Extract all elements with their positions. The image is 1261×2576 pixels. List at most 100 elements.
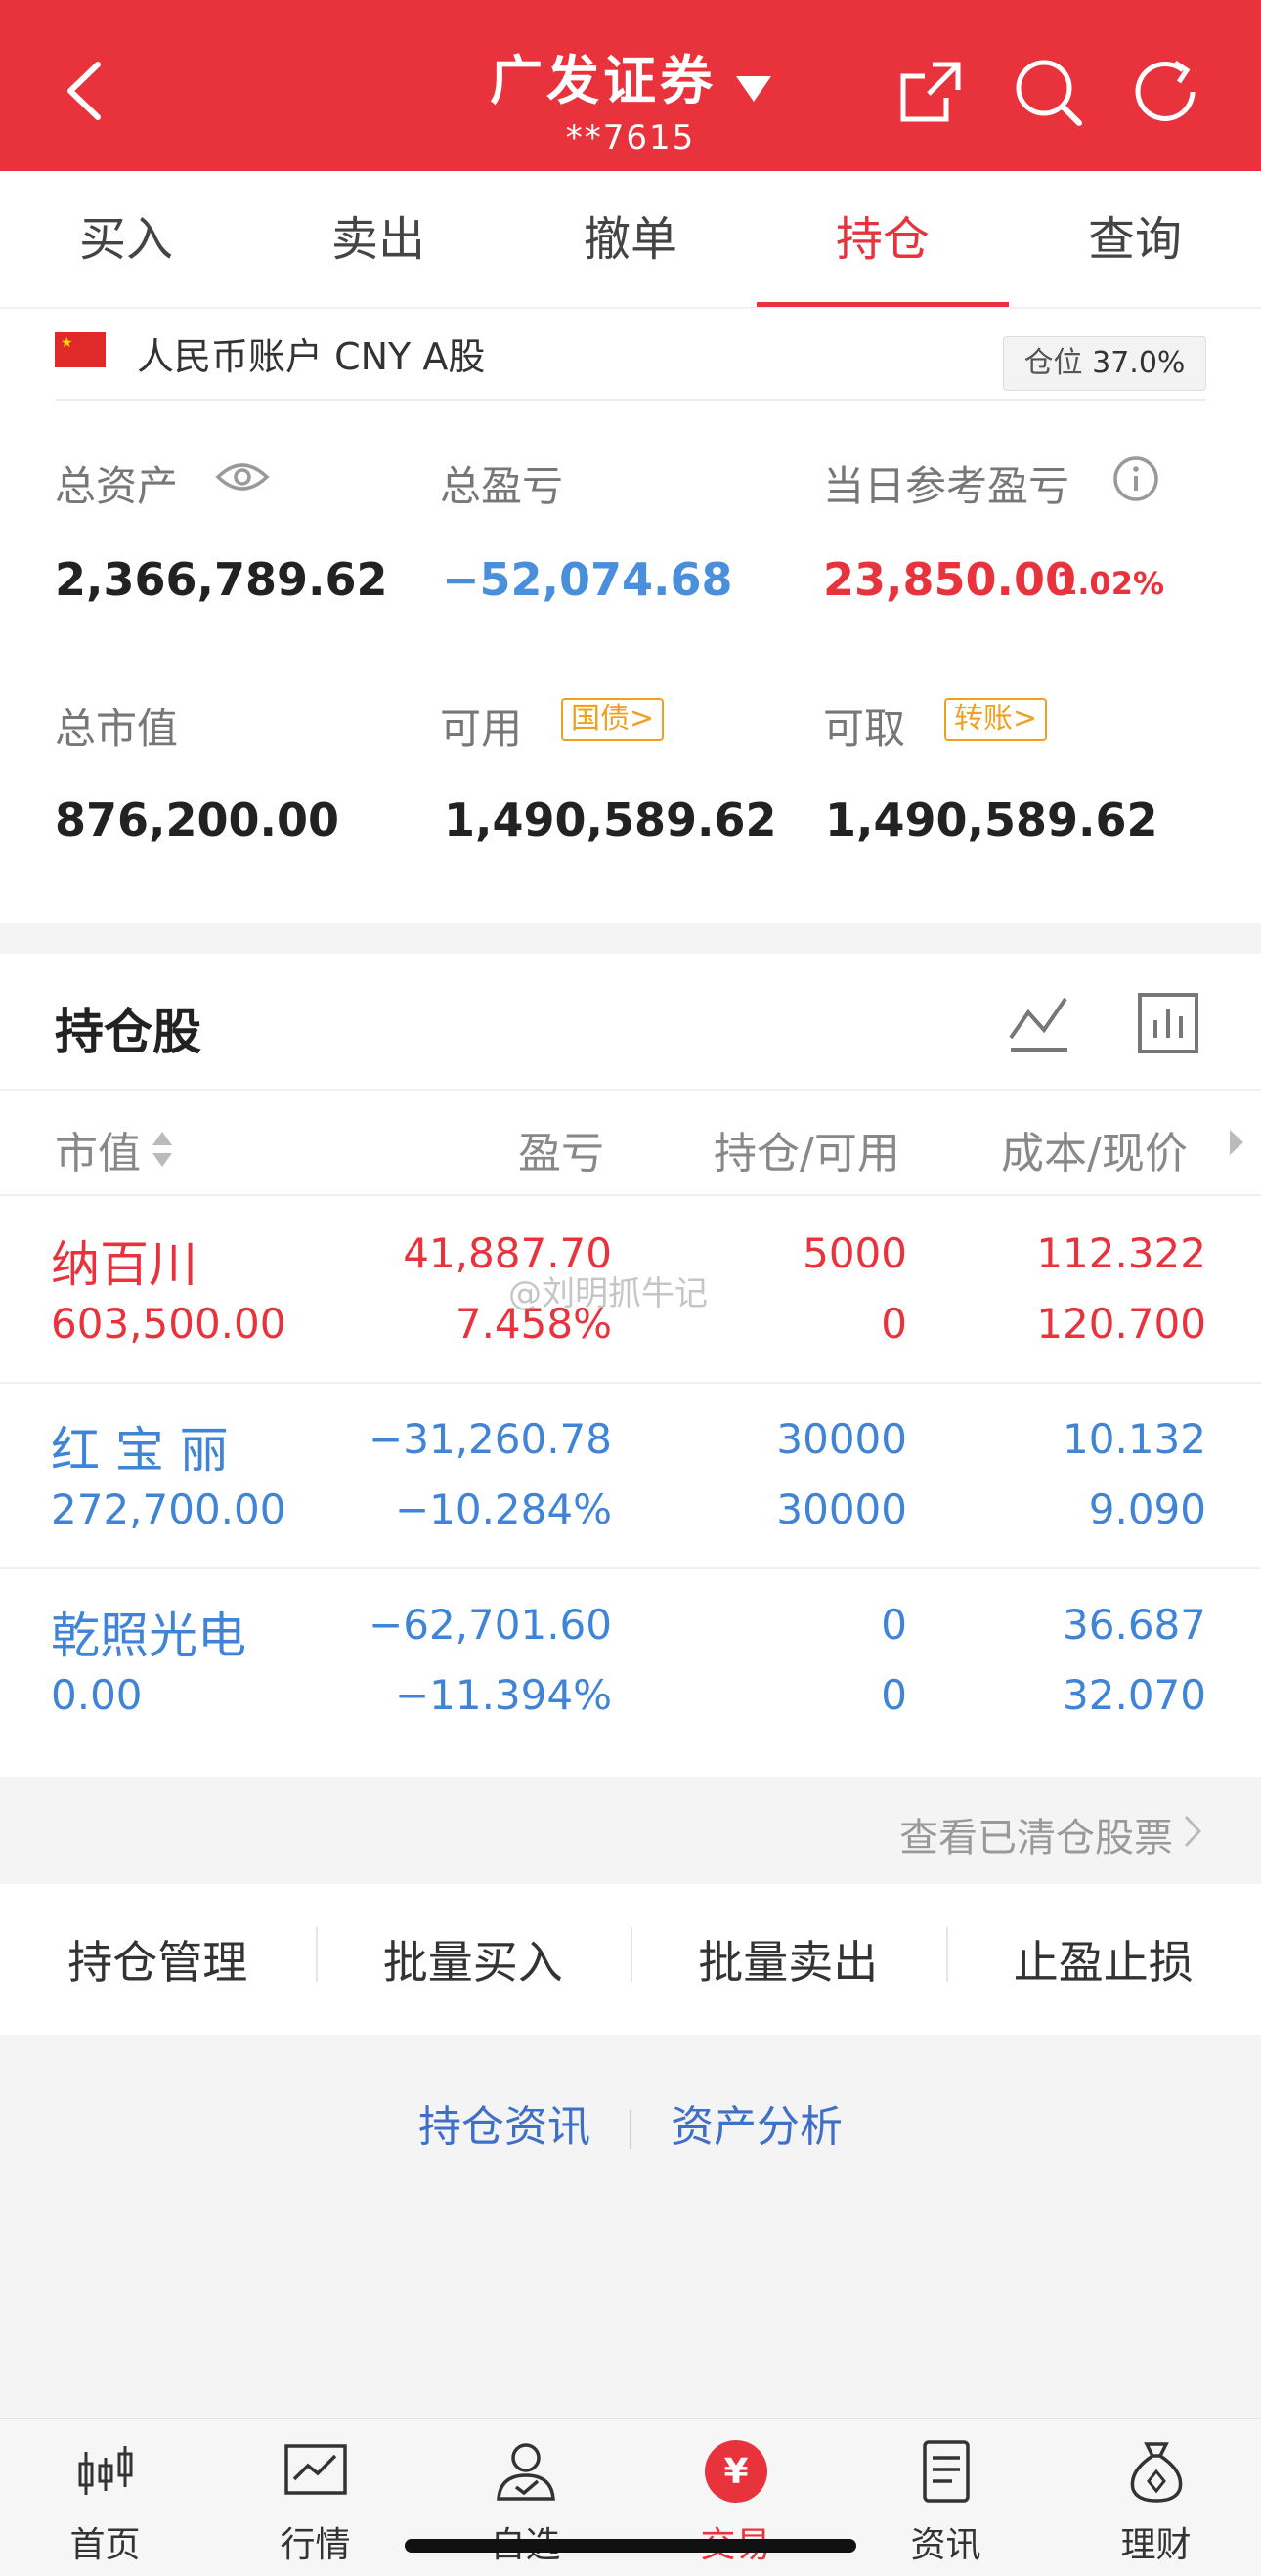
tab-query[interactable]: 查询 xyxy=(1009,171,1261,307)
nav-market[interactable]: 行情 xyxy=(210,2419,420,2576)
account-summary-card: ★ 人民币账户 CNY A股 仓位 37.0% 总资产 2,366,789.62… xyxy=(0,309,1261,923)
chart-icon xyxy=(283,2444,347,2495)
stock-pnl: −31,260.78 xyxy=(369,1415,612,1463)
position-management-button[interactable]: 持仓管理 xyxy=(0,1927,316,1992)
batch-sell-button[interactable]: 批量卖出 xyxy=(630,1927,946,1992)
trade-tabs: 买入 卖出 撤单 持仓 查询 xyxy=(0,171,1261,308)
stock-price: 9.090 xyxy=(1088,1485,1206,1533)
stock-pnl-percent: −11.394% xyxy=(394,1671,612,1719)
candlestick-icon xyxy=(78,2446,132,2495)
holdings-section: 持仓股 市值 盈亏 持仓/可用 成本/现价 纳百川 603,500.00 41,… xyxy=(0,954,1261,1777)
nav-news-label: 资讯 xyxy=(910,2525,981,2565)
search-icon[interactable] xyxy=(1011,55,1085,129)
holding-row[interactable]: 红 宝 丽 272,700.00 −31,260.78 −10.284% 300… xyxy=(0,1384,1261,1569)
stock-position: 30000 xyxy=(776,1415,907,1463)
nav-home-label: 首页 xyxy=(69,2525,141,2565)
holding-row[interactable]: 乾照光电 0.00 −62,701.60 −11.394% 0 0 36.687… xyxy=(0,1569,1261,1755)
col-position: 持仓/可用 xyxy=(714,1129,900,1179)
account-currency-line: 人民币账户 CNY A股 xyxy=(137,335,486,378)
available-label: 可用 xyxy=(440,705,523,752)
china-flag-icon: ★ xyxy=(55,332,106,367)
stock-cost: 112.322 xyxy=(1036,1229,1206,1277)
col-cost-price: 成本/现价 xyxy=(1001,1129,1188,1179)
withdrawable-value: 1,490,589.62 xyxy=(825,794,1158,846)
col-market-value[interactable]: 市值 xyxy=(55,1118,141,1181)
available-value: 1,490,589.62 xyxy=(444,794,777,846)
nav-news[interactable]: 资讯 xyxy=(841,2419,1051,2576)
tab-buy[interactable]: 买入 xyxy=(0,171,252,307)
withdrawable-label: 可取 xyxy=(823,705,906,752)
holding-actions-bar: 持仓管理 批量买入 批量卖出 止盈止损 xyxy=(0,1884,1261,2035)
take-profit-stop-loss-button[interactable]: 止盈止损 xyxy=(945,1927,1261,1992)
stock-cost: 36.687 xyxy=(1063,1601,1206,1649)
money-bag-icon xyxy=(1130,2442,1182,2503)
stock-price: 32.070 xyxy=(1063,1671,1206,1719)
sort-icon[interactable] xyxy=(151,1130,174,1169)
watermark: @刘明抓牛记 xyxy=(508,1274,708,1313)
cleared-stocks-label[interactable]: 查看已清仓股票 xyxy=(899,1806,1173,1863)
top-bar: 广发证券 **7615 xyxy=(0,0,1261,171)
chevron-right-icon xyxy=(1184,1815,1202,1848)
tab-sell[interactable]: 卖出 xyxy=(252,171,504,307)
tab-positions[interactable]: 持仓 xyxy=(757,171,1009,307)
share-icon[interactable] xyxy=(893,55,968,129)
daily-pnl-percent: 1.02% xyxy=(1056,565,1165,602)
stock-name: 乾照光电 xyxy=(51,1608,246,1664)
total-pnl-value: −52,074.68 xyxy=(442,553,733,606)
scroll-right-icon[interactable] xyxy=(1228,1128,1245,1157)
stock-pnl: −62,701.60 xyxy=(369,1601,612,1649)
cleared-stocks-link[interactable]: 查看已清仓股票 xyxy=(0,1777,1261,1882)
eye-icon[interactable] xyxy=(215,457,270,496)
position-ratio-badge: 仓位 37.0% xyxy=(1003,336,1206,391)
caret-down-icon[interactable] xyxy=(736,75,771,102)
line-chart-icon[interactable] xyxy=(1005,989,1073,1057)
treasury-bond-button[interactable]: 国债> xyxy=(561,698,665,741)
stock-name: 纳百川 xyxy=(51,1236,197,1293)
batch-buy-button[interactable]: 批量买入 xyxy=(315,1927,631,1992)
stock-position: 0 xyxy=(881,1601,907,1649)
refresh-icon[interactable] xyxy=(1128,55,1202,129)
divider xyxy=(630,2110,631,2149)
daily-pnl-label: 当日参考盈亏 xyxy=(823,462,1070,510)
holdings-news-link[interactable]: 持仓资讯 xyxy=(418,2102,590,2152)
bar-chart-icon[interactable] xyxy=(1134,989,1202,1057)
nav-home[interactable]: 首页 xyxy=(0,2419,210,2576)
stock-available: 0 xyxy=(881,1671,907,1719)
stock-available: 0 xyxy=(881,1300,907,1348)
position-ratio-value: 37.0% xyxy=(1092,346,1186,380)
market-value-label: 总市值 xyxy=(55,705,179,752)
stock-cost: 10.132 xyxy=(1063,1415,1206,1463)
nav-market-label: 行情 xyxy=(280,2525,351,2565)
user-check-icon xyxy=(496,2443,555,2501)
total-pnl-label: 总盈亏 xyxy=(440,462,564,510)
svg-text:¥: ¥ xyxy=(723,2452,748,2492)
asset-analysis-link[interactable]: 资产分析 xyxy=(671,2102,843,2152)
total-assets-label: 总资产 xyxy=(55,462,179,510)
stock-market-value: 0.00 xyxy=(51,1671,143,1719)
nav-wealth-label: 理财 xyxy=(1120,2525,1192,2565)
tab-cancel-order[interactable]: 撤单 xyxy=(504,171,757,307)
stock-pnl-percent: −10.284% xyxy=(394,1485,612,1533)
stock-position: 5000 xyxy=(803,1229,907,1277)
yuan-icon: ¥ xyxy=(704,2440,767,2503)
stock-name: 红 宝 丽 xyxy=(51,1422,229,1479)
transfer-button[interactable]: 转账> xyxy=(944,698,1048,741)
position-ratio-label: 仓位 xyxy=(1023,346,1083,380)
holdings-title: 持仓股 xyxy=(55,1004,201,1060)
holdings-table-header: 市值 盈亏 持仓/可用 成本/现价 xyxy=(0,1089,1261,1196)
document-icon xyxy=(922,2440,970,2503)
divider xyxy=(55,399,1206,401)
stock-market-value: 603,500.00 xyxy=(51,1300,286,1348)
daily-pnl-value: 23,850.00 xyxy=(823,553,1076,606)
stock-market-value: 272,700.00 xyxy=(51,1485,286,1533)
home-indicator[interactable] xyxy=(405,2539,856,2553)
stock-available: 30000 xyxy=(776,1485,907,1533)
col-pnl: 盈亏 xyxy=(518,1129,604,1179)
total-assets-value: 2,366,789.62 xyxy=(55,553,388,606)
market-value-value: 876,200.00 xyxy=(55,794,340,846)
bottom-links: 持仓资讯 资产分析 xyxy=(0,2091,1261,2154)
broker-title[interactable]: 广发证券 xyxy=(490,37,717,114)
info-icon[interactable] xyxy=(1112,455,1159,502)
nav-wealth[interactable]: 理财 xyxy=(1051,2419,1261,2576)
stock-price: 120.700 xyxy=(1036,1300,1206,1348)
